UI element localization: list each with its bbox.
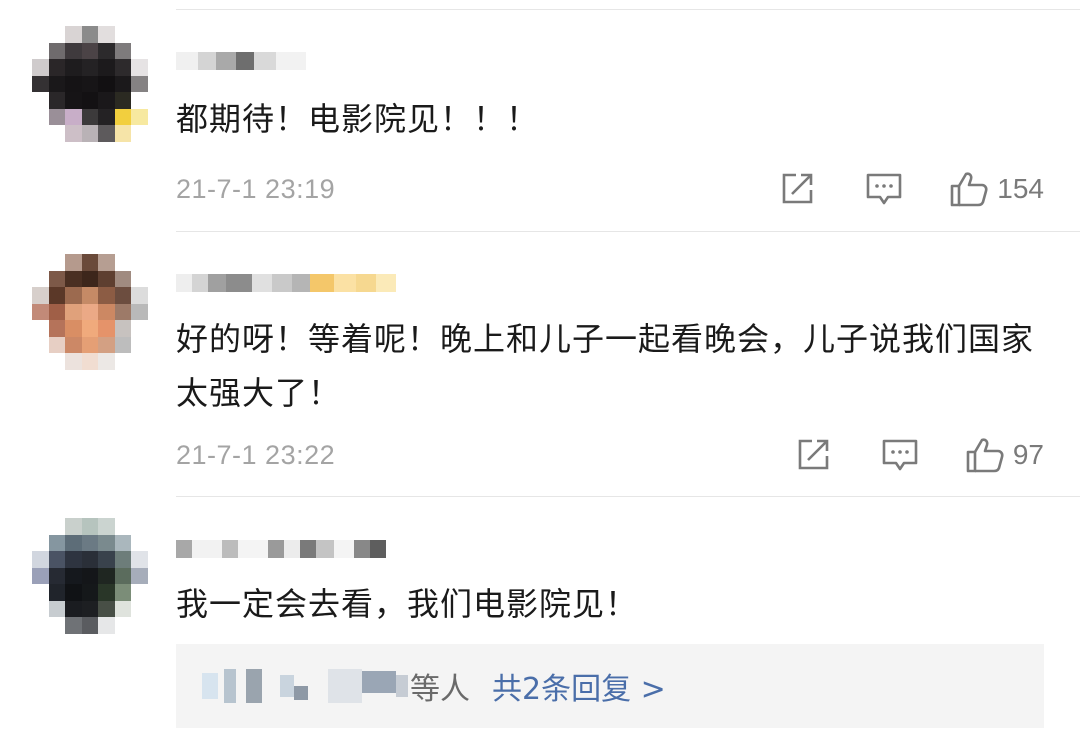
username-masked[interactable] [176,532,386,566]
avatar[interactable] [32,518,148,634]
comment-icon [866,173,902,205]
comment-text: 都期待！电影院见！！！ [176,100,540,138]
share-icon [798,439,829,470]
comment-meta: 21-7-1 23:19 154 [176,169,1044,209]
comment-meta: 21-7-1 23:22 97 [176,435,1044,475]
avatar[interactable] [32,26,148,142]
divider [176,231,1080,232]
thumbs-up-icon [950,172,988,207]
comment-text: 好的呀！等着呢！晚上和儿子一起看晚会，儿子说我们国家太强大了！ [176,320,1035,412]
divider-top [176,9,1080,10]
reply-preview[interactable]: 等人 共2条回复 > [176,644,1044,728]
comment-time: 21-7-1 23:19 [176,173,336,204]
reply-button[interactable] [881,437,919,473]
like-count: 154 [997,173,1044,204]
divider [176,496,1080,497]
avatar[interactable] [32,254,148,370]
comment-text: 我一定会去看，我们电影院见！ [176,585,639,623]
reply-suffix: 等人 [410,672,470,707]
share-icon [782,173,813,204]
reply-usernames-masked [202,666,408,706]
reply-button[interactable] [865,171,903,207]
comment-icon [882,439,918,471]
username-masked[interactable] [176,44,306,78]
like-button[interactable]: 97 [965,436,1044,474]
thumbs-up-icon [966,438,1004,473]
username-masked[interactable] [176,266,396,300]
view-replies-link[interactable]: 共2条回复 > [492,664,666,708]
like-count: 97 [1012,439,1044,470]
share-button[interactable] [779,171,815,207]
like-button[interactable]: 154 [949,170,1044,208]
comment-time: 21-7-1 23:22 [176,439,336,470]
share-button[interactable] [795,437,831,473]
